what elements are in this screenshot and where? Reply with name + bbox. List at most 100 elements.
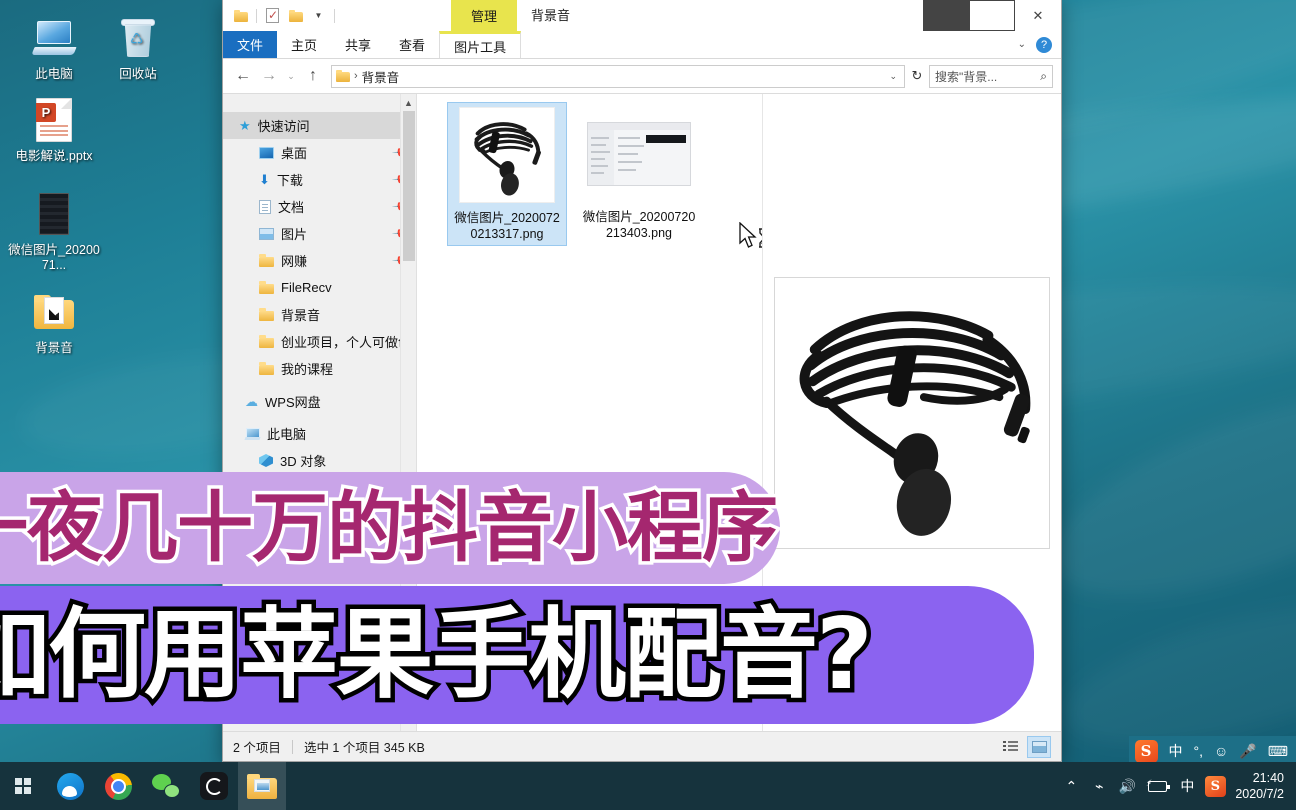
tab-file[interactable]: 文件 xyxy=(223,31,277,58)
sidebar-item-filerecv[interactable]: FileRecv xyxy=(223,274,416,301)
folder-icon xyxy=(259,308,274,321)
ime-microphone-icon[interactable]: 🎤 xyxy=(1239,743,1256,760)
3d-objects-icon xyxy=(259,454,273,467)
taskbar-qq-icon[interactable] xyxy=(46,762,94,810)
sidebar-item-wangzhuan[interactable]: 网赚 📌 xyxy=(223,247,416,274)
details-view-icon[interactable] xyxy=(998,736,1022,758)
sidebar-item-label: 快速访问 xyxy=(258,116,310,135)
navigation-scrollbar[interactable]: ▲ xyxy=(400,94,416,731)
divider xyxy=(334,9,335,23)
large-icons-view-icon[interactable] xyxy=(1027,736,1051,758)
sidebar-item-label: FileRecv xyxy=(281,280,332,295)
clock[interactable]: 21:40 2020/7/2 xyxy=(1229,770,1292,802)
file-item[interactable]: 微信图片_20200720213403.png xyxy=(579,102,699,244)
mouse-pointer xyxy=(739,222,759,253)
folder-icon[interactable] xyxy=(230,5,251,26)
sidebar-item-background-audio[interactable]: 背景音 xyxy=(223,301,416,328)
desktop-icon-wechat-image[interactable]: 微信图片_2020071... xyxy=(6,190,102,273)
chevron-down-icon[interactable]: ⌄ xyxy=(889,71,900,82)
breadcrumb-separator: › xyxy=(354,70,358,82)
tab-picture-tools[interactable]: 图片工具 xyxy=(439,31,521,58)
desktop-icon-recycle-bin[interactable]: ♺ 回收站 xyxy=(90,14,186,82)
sidebar-item-desktop[interactable]: 桌面 📌 xyxy=(223,139,416,166)
wifi-icon[interactable]: ⌁ xyxy=(1085,762,1113,810)
desktop-icon-pptx[interactable]: P 电影解说.pptx xyxy=(6,96,102,164)
pictures-icon xyxy=(259,228,274,240)
new-folder-icon[interactable] xyxy=(285,5,306,26)
item-count-label: 2 个项目 xyxy=(233,737,281,756)
sidebar-item-this-pc[interactable]: 此电脑 xyxy=(223,420,416,447)
taskbar-dark-app-icon[interactable] xyxy=(190,762,238,810)
folder-icon xyxy=(259,335,274,348)
file-name: 微信图片_20200720213317.png xyxy=(448,210,566,245)
microphone-photo xyxy=(459,107,555,203)
explorer-body: ★ 快速访问 桌面 📌 ⬇ 下载 📌 文档 📌 xyxy=(223,93,1061,731)
sidebar-item-wps-cloud[interactable]: ☁ WPS网盘 xyxy=(223,388,416,415)
chevron-up-icon[interactable]: ▲ xyxy=(401,94,416,111)
wallpaper-streak xyxy=(1027,353,1296,638)
microphone-photo-large xyxy=(774,277,1050,549)
desktop-icon-background-audio-folder[interactable]: 背景音 xyxy=(6,288,102,356)
help-icon[interactable]: ? xyxy=(1036,37,1052,53)
contextual-tab-manage[interactable]: 管理 xyxy=(451,0,517,31)
folder-icon xyxy=(259,254,274,267)
sidebar-item-label: 背景音 xyxy=(281,305,320,324)
desktop-icon xyxy=(259,147,274,159)
refresh-icon[interactable]: ↻ xyxy=(907,68,927,84)
maximize-icon[interactable] xyxy=(969,0,1015,31)
search-icon[interactable]: ⌕ xyxy=(1040,69,1047,84)
properties-icon[interactable] xyxy=(262,5,283,26)
speaker-icon[interactable]: 🔊 xyxy=(1113,762,1141,810)
chevron-down-icon[interactable]: ▼ xyxy=(308,5,329,26)
sidebar-item-quick-access[interactable]: ★ 快速访问 xyxy=(223,112,416,139)
file-list-pane[interactable]: 微信图片_20200720213317.png xyxy=(417,94,763,731)
chevron-up-icon[interactable]: ⌃ xyxy=(1057,762,1085,810)
start-button[interactable] xyxy=(0,762,46,810)
sidebar-item-pictures[interactable]: 图片 📌 xyxy=(223,220,416,247)
file-explorer-window: ▼ 管理 背景音 ✕ 文件 主页 共享 查看 图片工具 ⌄ ? xyxy=(222,0,1062,762)
tab-share[interactable]: 共享 xyxy=(331,31,385,58)
cloud-icon: ☁ xyxy=(245,394,258,410)
breadcrumb-current[interactable]: 背景音 xyxy=(362,67,400,86)
battery-icon[interactable]: ⚡ xyxy=(1141,762,1173,810)
sidebar-item-my-courses[interactable]: 我的课程 xyxy=(223,355,416,382)
sogou-tray-icon[interactable]: S xyxy=(1201,762,1229,810)
powerpoint-file-icon: P xyxy=(6,96,102,144)
scrollbar-thumb[interactable] xyxy=(403,111,415,261)
ime-emoji-icon[interactable]: ☺ xyxy=(1214,743,1228,759)
sogou-logo-icon[interactable]: S xyxy=(1135,740,1158,763)
taskbar-chrome-icon[interactable] xyxy=(94,762,142,810)
minimize-icon[interactable] xyxy=(923,0,969,31)
ime-mode-chinese[interactable]: 中 xyxy=(1169,741,1183,761)
close-icon[interactable]: ✕ xyxy=(1015,0,1061,31)
tab-home[interactable]: 主页 xyxy=(277,31,331,58)
desktop-icon-label: 回收站 xyxy=(90,67,186,82)
file-thumbnail xyxy=(448,103,566,207)
ime-indicator[interactable]: 中 xyxy=(1173,762,1201,810)
sidebar-item-documents[interactable]: 文档 📌 xyxy=(223,193,416,220)
window-title: 背景音 xyxy=(531,0,570,31)
chevron-up-icon[interactable]: ⌄ xyxy=(1018,39,1026,50)
sidebar-item-label: WPS网盘 xyxy=(265,392,321,411)
file-item[interactable]: 微信图片_20200720213317.png xyxy=(447,102,567,246)
back-arrow-icon[interactable]: ← xyxy=(231,64,255,88)
taskbar-file-explorer-icon[interactable] xyxy=(238,762,286,810)
recent-locations-icon[interactable]: ⌄ xyxy=(283,64,299,88)
search-placeholder: 搜索"背景... xyxy=(935,68,997,85)
ime-keyboard-icon[interactable]: ⌨ xyxy=(1268,743,1288,760)
taskbar-wechat-icon[interactable] xyxy=(142,762,190,810)
address-input[interactable]: › 背景音 ⌄ xyxy=(331,65,905,88)
sidebar-item-startup-project[interactable]: 创业项目，个人可做创 xyxy=(223,328,416,355)
up-arrow-icon[interactable]: ↑ xyxy=(301,64,325,88)
desktop-icon-this-pc[interactable]: 此电脑 xyxy=(6,14,102,82)
tab-view[interactable]: 查看 xyxy=(385,31,439,58)
forward-arrow-icon[interactable]: → xyxy=(257,64,281,88)
star-pin-icon: ★ xyxy=(239,118,251,134)
ime-punctuation-icon[interactable]: °, xyxy=(1194,743,1204,759)
this-pc-icon xyxy=(6,14,102,62)
title-bar: ▼ 管理 背景音 ✕ xyxy=(223,0,1061,31)
sidebar-item-downloads[interactable]: ⬇ 下载 📌 xyxy=(223,166,416,193)
sidebar-item-3d-objects[interactable]: 3D 对象 xyxy=(223,447,416,474)
search-input[interactable]: 搜索"背景... ⌕ xyxy=(929,65,1053,88)
sidebar-item-label: 桌面 xyxy=(281,143,307,162)
